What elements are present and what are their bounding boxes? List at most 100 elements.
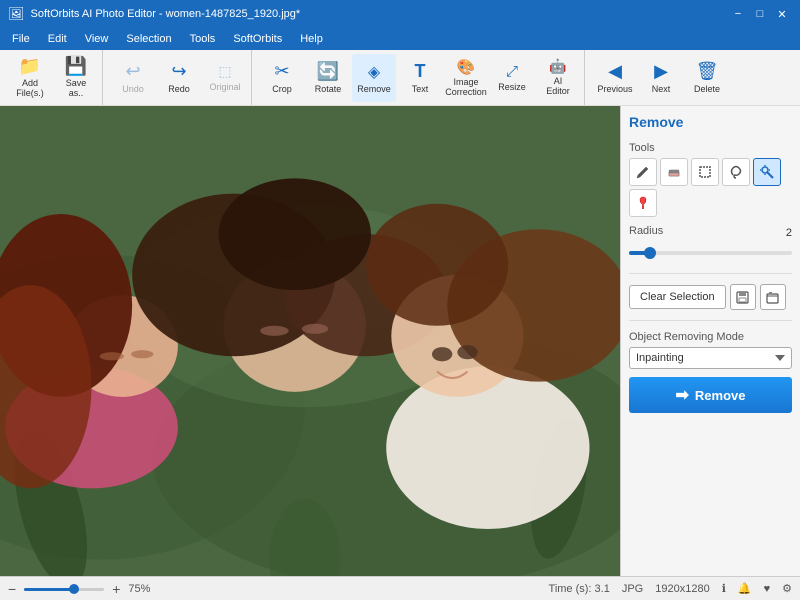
ai-editor-button[interactable]: 🤖 AIEditor <box>536 54 580 102</box>
add-files-icon: 📁 <box>19 56 41 77</box>
save-selection-button[interactable] <box>730 284 756 310</box>
dimensions-info: 1920x1280 <box>655 583 709 595</box>
image-correction-button[interactable]: 🎨 ImageCorrection <box>444 54 488 102</box>
eraser-icon <box>667 165 681 179</box>
delete-button[interactable]: 🗑 Delete <box>685 54 729 102</box>
add-files-button[interactable]: 📁 AddFile(s.) <box>8 54 52 102</box>
menu-tools[interactable]: Tools <box>182 31 224 47</box>
settings-icon[interactable]: ⚙ <box>782 582 792 595</box>
minimize-button[interactable]: − <box>728 4 748 24</box>
save-as-icon: 💾 <box>65 56 87 77</box>
image-correction-label: ImageCorrection <box>445 78 487 98</box>
rotate-button[interactable]: 🔄 Rotate <box>306 54 350 102</box>
next-icon: ▶ <box>654 61 668 82</box>
ai-editor-label: AIEditor <box>546 77 570 97</box>
delete-label: Delete <box>694 84 720 94</box>
clear-selection-button[interactable]: Clear Selection <box>629 285 726 309</box>
save-as-button[interactable]: 💾 Saveas.. <box>54 54 98 102</box>
heart-icon[interactable]: ♥ <box>764 583 771 595</box>
add-files-label: AddFile(s.) <box>16 79 44 99</box>
maximize-button[interactable]: □ <box>750 4 770 24</box>
previous-label: Previous <box>597 84 632 94</box>
original-button[interactable]: ⬚ Original <box>203 54 247 102</box>
delete-icon: 🗑 <box>696 61 719 82</box>
crop-button[interactable]: ✂ Crop <box>260 54 304 102</box>
text-label: Text <box>412 84 429 94</box>
menu-view[interactable]: View <box>77 31 117 47</box>
status-bar: − + 75% Time (s): 3.1 JPG 1920x1280 ℹ 🔔 … <box>0 576 800 600</box>
time-info: Time (s): 3.1 <box>549 583 610 595</box>
pin-tool-button[interactable] <box>629 189 657 217</box>
pin-icon <box>636 196 650 210</box>
menu-bar: File Edit View Selection Tools SoftOrbit… <box>0 28 800 50</box>
ai-editor-icon: 🤖 <box>549 58 566 75</box>
rotate-icon: 🔄 <box>317 61 339 82</box>
radius-section: Radius 2 <box>629 225 792 263</box>
canvas-area[interactable] <box>0 106 620 576</box>
magic-wand-icon <box>760 165 774 179</box>
remove-action-label: Remove <box>695 388 746 403</box>
mode-section: Object Removing Mode Inpainting Smart Fi… <box>629 331 792 369</box>
zoom-out-button[interactable]: − <box>8 581 16 597</box>
resize-icon: ⤢ <box>506 63 518 80</box>
text-button[interactable]: T Text <box>398 54 442 102</box>
rect-select-tool-button[interactable] <box>691 158 719 186</box>
right-panel: Remove Tools <box>620 106 800 576</box>
close-button[interactable]: ✕ <box>772 4 792 24</box>
main-area: Remove Tools <box>0 106 800 576</box>
menu-selection[interactable]: Selection <box>118 31 179 47</box>
previous-icon: ◀ <box>608 61 622 82</box>
remove-arrow-icon: ➡ <box>676 385 689 405</box>
previous-button[interactable]: ◀ Previous <box>593 54 637 102</box>
radius-slider-container[interactable] <box>629 243 792 263</box>
format-info: JPG <box>622 583 643 595</box>
resize-label: Resize <box>498 82 526 92</box>
pencil-tool-button[interactable] <box>629 158 657 186</box>
resize-button[interactable]: ⤢ Resize <box>490 54 534 102</box>
remove-icon: ◈ <box>368 62 380 82</box>
remove-action-button[interactable]: ➡ Remove <box>629 377 792 413</box>
menu-help[interactable]: Help <box>292 31 331 47</box>
remove-label: Remove <box>357 84 391 94</box>
eraser-tool-button[interactable] <box>660 158 688 186</box>
menu-file[interactable]: File <box>4 31 38 47</box>
next-button[interactable]: ▶ Next <box>639 54 683 102</box>
mode-dropdown[interactable]: Inpainting Smart Fill Clone Stamp <box>629 347 792 369</box>
undo-button[interactable]: ↩ Undo <box>111 54 155 102</box>
radius-row: Radius 2 <box>629 225 792 241</box>
info-icon[interactable]: ℹ <box>722 582 726 595</box>
slider-thumb[interactable] <box>644 247 656 259</box>
menu-edit[interactable]: Edit <box>40 31 75 47</box>
title-bar: 🖼 SoftOrbits AI Photo Editor - women-148… <box>0 0 800 28</box>
slider-track <box>629 251 792 255</box>
original-label: Original <box>209 82 240 92</box>
toolbar: 📁 AddFile(s.) 💾 Saveas.. ↩ Undo ↪ Redo ⬚… <box>0 50 800 106</box>
redo-button[interactable]: ↪ Redo <box>157 54 201 102</box>
tools-section: Tools <box>629 142 792 217</box>
zoom-slider-container[interactable] <box>24 584 104 594</box>
save-as-label: Saveas.. <box>66 79 87 99</box>
toolbar-group-file: 📁 AddFile(s.) 💾 Saveas.. <box>4 50 103 105</box>
redo-icon: ↪ <box>171 61 186 82</box>
magic-wand-tool-button[interactable] <box>753 158 781 186</box>
load-selection-button[interactable] <box>760 284 786 310</box>
toolbar-group-navigate: ◀ Previous ▶ Next 🗑 Delete <box>589 50 733 105</box>
radius-label: Radius <box>629 225 663 237</box>
status-right: Time (s): 3.1 JPG 1920x1280 ℹ 🔔 ♥ ⚙ <box>549 582 792 595</box>
action-buttons-row: Clear Selection <box>629 284 792 310</box>
lasso-tool-button[interactable] <box>722 158 750 186</box>
next-label: Next <box>652 84 671 94</box>
remove-button[interactable]: ◈ Remove <box>352 54 396 102</box>
undo-icon: ↩ <box>125 61 140 82</box>
rotate-label: Rotate <box>315 84 342 94</box>
save-selection-icon <box>736 291 749 304</box>
status-left: − + 75% <box>8 581 150 597</box>
tools-label: Tools <box>629 142 792 154</box>
zoom-slider-track[interactable] <box>24 584 104 594</box>
menu-softorbits[interactable]: SoftOrbits <box>225 31 290 47</box>
undo-label: Undo <box>122 84 144 94</box>
toolbar-group-tools: ✂ Crop 🔄 Rotate ◈ Remove T Text 🎨 ImageC… <box>256 50 585 105</box>
divider-2 <box>629 320 792 321</box>
notification-icon[interactable]: 🔔 <box>738 582 752 595</box>
zoom-in-button[interactable]: + <box>112 581 120 597</box>
